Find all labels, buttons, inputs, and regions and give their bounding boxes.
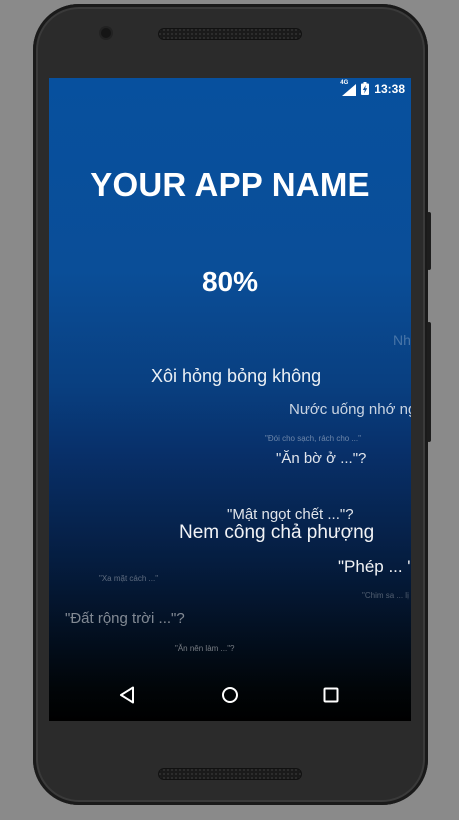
app-screen: 4G 13:38 YOUR APP NAME 80% Nh Xôi hỏng b… — [49, 78, 411, 721]
network-type-label: 4G — [340, 79, 349, 86]
floating-quote: Nem công chả phượng — [179, 522, 375, 543]
home-button[interactable] — [218, 685, 242, 709]
top-speaker — [158, 28, 302, 40]
floating-quote: Xôi hỏng bỏng không — [151, 366, 322, 386]
floating-quote: "Đói cho sạch, rách cho ..." — [265, 434, 361, 443]
floating-quote: "Mật ngọt chết ..."? — [227, 506, 354, 523]
floating-quote: "Đất rộng trời ..."? — [65, 610, 185, 627]
battery-charging-icon — [361, 82, 370, 95]
floating-quote: Nước uống nhớ ng — [289, 401, 411, 418]
volume-button — [427, 212, 431, 270]
status-time: 13:38 — [374, 81, 405, 96]
signal-icon: 4G — [340, 79, 357, 96]
front-camera — [101, 28, 111, 38]
floating-quote: "Ăn nên làm ..."? — [175, 644, 235, 653]
app-title: YOUR APP NAME — [90, 166, 370, 203]
back-button[interactable] — [115, 685, 139, 709]
floating-quote: "Ăn bờ ở ..."? — [276, 450, 367, 467]
status-bar: 4G 13:38 — [49, 78, 411, 99]
floating-quote: "Phép ... " — [338, 557, 411, 576]
floating-quote: "Chim sa ... lị — [362, 591, 409, 600]
floating-quote: "Xa mặt cách ..." — [99, 574, 159, 583]
home-icon — [221, 686, 239, 709]
recents-icon — [323, 687, 339, 708]
floating-quote: Nh — [393, 332, 411, 348]
back-icon — [119, 686, 135, 709]
loading-progress-text: 80% — [201, 266, 259, 297]
power-button — [427, 322, 431, 442]
recents-button[interactable] — [319, 685, 343, 709]
navigation-bar — [49, 673, 411, 721]
bottom-speaker — [158, 768, 302, 780]
